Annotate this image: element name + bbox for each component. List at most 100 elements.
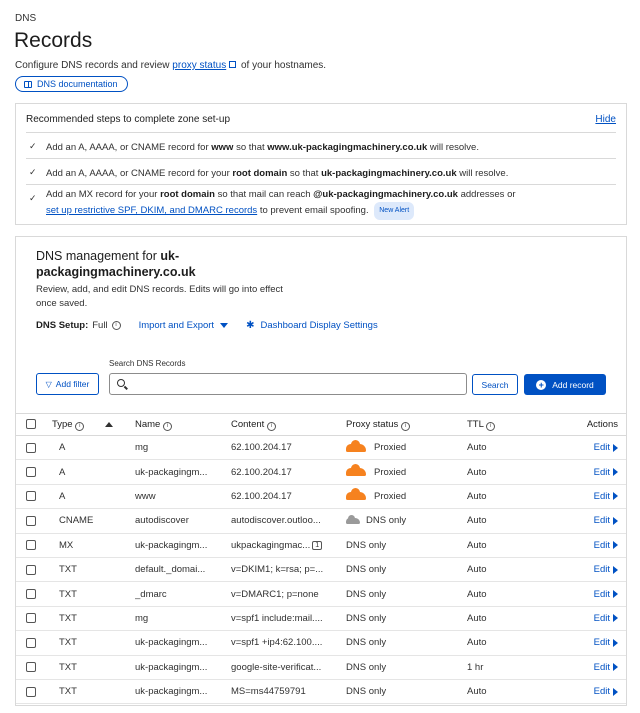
record-name: autodiscover bbox=[135, 515, 189, 527]
row-checkbox[interactable] bbox=[26, 442, 36, 453]
hide-link[interactable]: Hide bbox=[595, 114, 616, 125]
edit-link[interactable]: Edit bbox=[594, 515, 618, 526]
record-name: uk-packagingm... bbox=[135, 637, 208, 649]
ttl-header[interactable]: TTL i bbox=[467, 413, 556, 436]
table-row: TXT uk-packagingm... v=spf1 +ip4:62.100...… bbox=[16, 630, 626, 656]
record-type: TXT bbox=[59, 637, 77, 649]
select-all-checkbox[interactable] bbox=[26, 419, 36, 430]
proxy-status: DNS only bbox=[346, 612, 387, 624]
record-name: uk-packagingm... bbox=[135, 466, 208, 478]
row-select-cell bbox=[16, 581, 52, 607]
table-row: TXT uk-packagingm... MS=ms44759791 DNS only… bbox=[16, 679, 626, 705]
table-row: TXT _dmarc v=DMARC1; p=none DNS only Auto Edi… bbox=[16, 581, 626, 607]
dns-documentation-button[interactable]: DNS documentation bbox=[15, 76, 128, 92]
add-record-button[interactable]: + Add record bbox=[524, 374, 606, 395]
actions-cell: Edit bbox=[556, 630, 626, 656]
row-select-cell bbox=[16, 533, 52, 558]
record-type: TXT bbox=[59, 661, 77, 673]
proxy-status: DNS only bbox=[346, 661, 387, 673]
record-name: uk-packagingm... bbox=[135, 686, 208, 698]
info-icon: i bbox=[266, 421, 276, 431]
edit-link[interactable]: Edit bbox=[594, 540, 618, 551]
dns-records-table: Type i Name i Content i Proxy status i T… bbox=[16, 413, 626, 705]
content-cell: 62.100.204.17 bbox=[231, 435, 346, 461]
record-ttl: Auto bbox=[467, 637, 487, 649]
book-icon bbox=[24, 80, 32, 88]
info-icon[interactable]: i bbox=[111, 321, 121, 330]
dashboard-display-settings-link[interactable]: Dashboard Display Settings bbox=[260, 320, 377, 331]
row-checkbox[interactable] bbox=[26, 467, 36, 478]
proxy-header[interactable]: Proxy status i bbox=[346, 413, 467, 436]
content-cell: 62.100.204.17 bbox=[231, 484, 346, 510]
record-ttl: Auto bbox=[467, 686, 487, 698]
type-header[interactable]: Type i bbox=[52, 413, 135, 436]
edit-link[interactable]: Edit bbox=[594, 613, 618, 624]
import-export-dropdown[interactable]: Import and Export bbox=[139, 320, 229, 331]
name-cell: _dmarc bbox=[135, 581, 231, 607]
proxy-cell: DNS only bbox=[346, 508, 467, 534]
name-cell: mg bbox=[135, 435, 231, 461]
actions-cell: Edit bbox=[556, 508, 626, 534]
step-bold: @uk-packagingmachinery.co.uk bbox=[313, 189, 458, 200]
record-content: google-site-verificat... bbox=[231, 661, 322, 673]
check-icon: ✓ bbox=[29, 141, 37, 151]
record-content: ukpackagingmac... bbox=[231, 539, 311, 551]
add-record-label: Add record bbox=[552, 379, 594, 390]
step-text: will resolve. bbox=[429, 142, 479, 153]
row-checkbox[interactable] bbox=[26, 662, 36, 673]
record-content: v=DKIM1; k=rsa; p=... bbox=[231, 564, 324, 576]
edit-link[interactable]: Edit bbox=[594, 662, 618, 673]
dns-only-cloud-icon bbox=[346, 514, 360, 524]
row-checkbox[interactable] bbox=[26, 491, 36, 502]
content-header-label: Content bbox=[231, 418, 265, 430]
proxy-cell: DNS only bbox=[346, 581, 467, 607]
row-checkbox[interactable] bbox=[26, 613, 36, 624]
name-header[interactable]: Name i bbox=[135, 413, 231, 436]
add-filter-button[interactable]: ▽ Add filter bbox=[36, 373, 99, 395]
row-checkbox[interactable] bbox=[26, 515, 36, 526]
proxy-status: DNS only bbox=[346, 686, 387, 698]
proxy-status-link[interactable]: proxy status bbox=[172, 60, 226, 71]
step-text: addresses or bbox=[460, 189, 516, 200]
row-checkbox[interactable] bbox=[26, 589, 36, 600]
page-description: Configure DNS records and review proxy s… bbox=[15, 60, 326, 71]
edit-link[interactable]: Edit bbox=[594, 589, 618, 600]
row-checkbox[interactable] bbox=[26, 686, 36, 697]
search-button[interactable]: Search bbox=[472, 374, 518, 395]
row-checkbox[interactable] bbox=[26, 564, 36, 575]
edit-link[interactable]: Edit bbox=[594, 686, 618, 697]
edit-link[interactable]: Edit bbox=[594, 442, 618, 453]
actions-cell: Edit bbox=[556, 435, 626, 461]
actions-cell: Edit bbox=[556, 484, 626, 510]
edit-link[interactable]: Edit bbox=[594, 467, 618, 478]
actions-cell: Edit bbox=[556, 581, 626, 607]
step-text: Add an A, AAAA, or CNAME record for your bbox=[46, 168, 230, 179]
content-cell: v=DMARC1; p=none bbox=[231, 581, 346, 607]
record-ttl: Auto bbox=[467, 612, 487, 624]
record-name: default._domai... bbox=[135, 564, 206, 576]
content-header[interactable]: Content i bbox=[231, 413, 346, 436]
spf-dkim-dmarc-link[interactable]: set up restrictive SPF, DKIM, and DMARC … bbox=[46, 205, 257, 216]
actions-cell: Edit bbox=[556, 533, 626, 558]
ttl-cell: Auto bbox=[467, 533, 556, 558]
proxy-status: Proxied bbox=[374, 490, 407, 502]
step-bold: root domain bbox=[232, 168, 288, 179]
step-text: so that bbox=[236, 142, 265, 153]
type-cell: TXT bbox=[52, 679, 135, 705]
proxy-cell: Proxied bbox=[346, 459, 467, 485]
record-name: uk-packagingm... bbox=[135, 661, 208, 673]
plus-icon: + bbox=[536, 379, 547, 390]
proxy-cell: DNS only bbox=[346, 630, 467, 656]
step-text: Add an MX record for your bbox=[46, 189, 158, 200]
steps-title: Recommended steps to complete zone set-u… bbox=[26, 114, 230, 125]
filter-icon: ▽ bbox=[45, 379, 52, 389]
edit-link[interactable]: Edit bbox=[594, 564, 618, 575]
row-checkbox[interactable] bbox=[26, 637, 36, 648]
mgmt-title-pre: DNS management for bbox=[36, 249, 157, 263]
edit-link[interactable]: Edit bbox=[594, 491, 618, 502]
proxy-status: DNS only bbox=[346, 588, 387, 600]
row-checkbox[interactable] bbox=[26, 540, 36, 551]
table-row: CNAME autodiscover autodiscover.outloo... D… bbox=[16, 508, 626, 534]
edit-link[interactable]: Edit bbox=[594, 637, 618, 648]
search-input[interactable] bbox=[109, 373, 467, 395]
